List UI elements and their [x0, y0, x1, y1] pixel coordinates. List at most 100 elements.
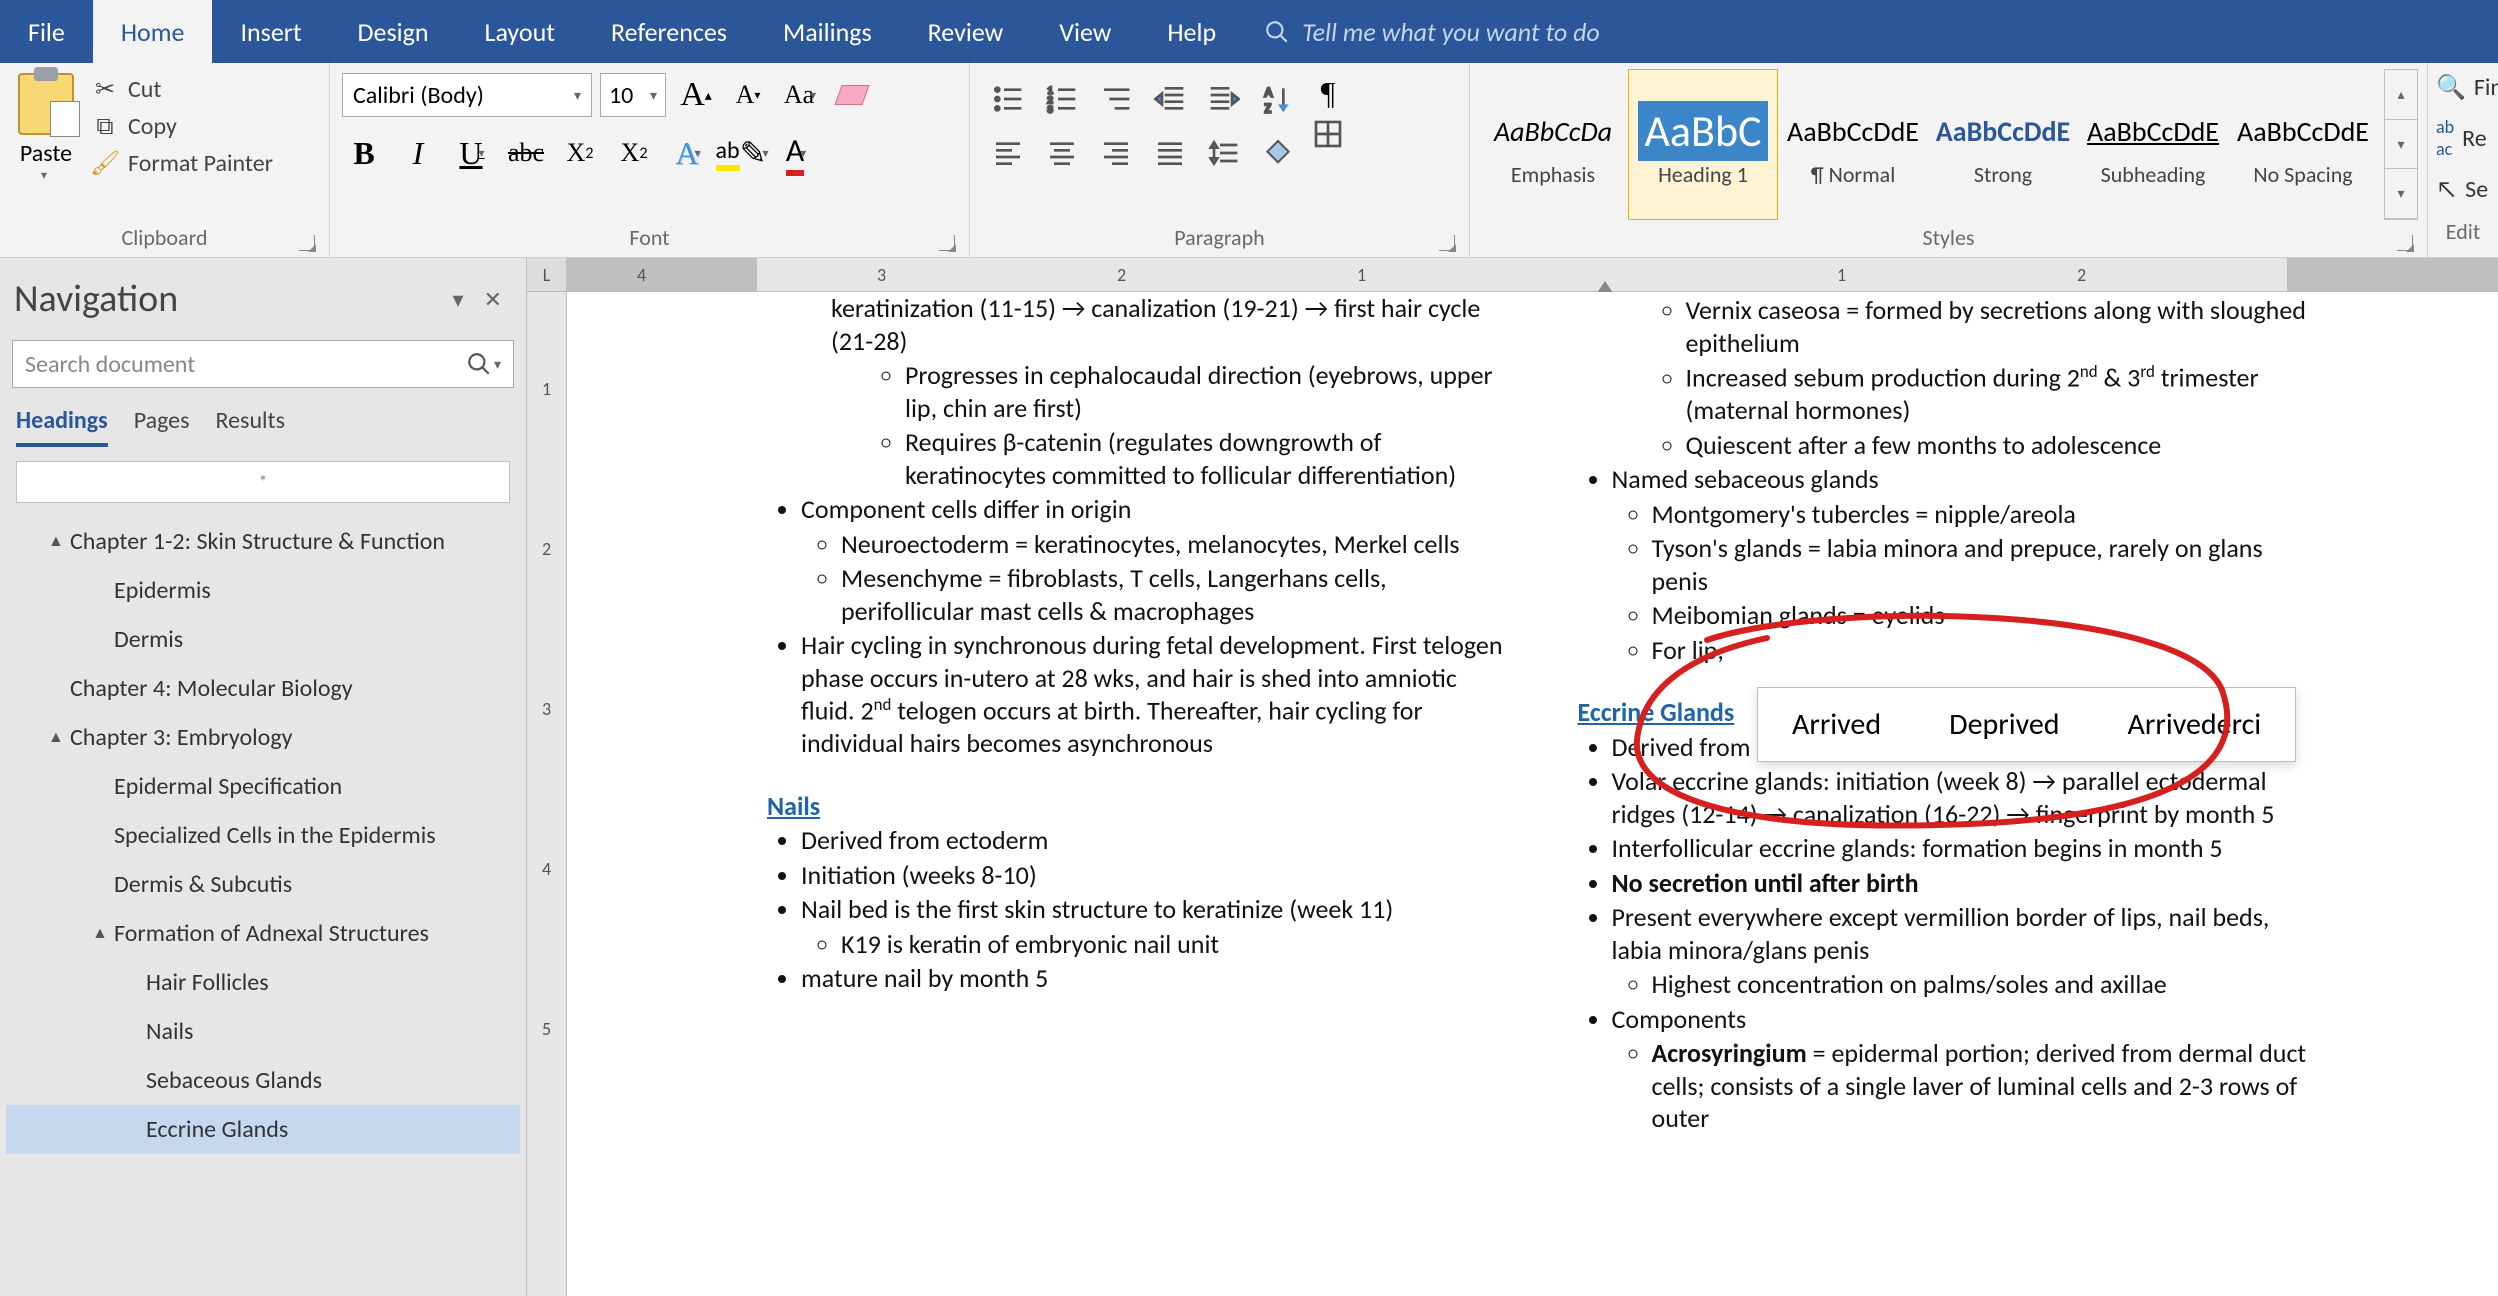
nav-heading-item[interactable]: Epidermal Specification [6, 762, 520, 811]
style-tile-strong[interactable]: AaBbCcDdEStrong [1928, 69, 2078, 220]
suggestion-option[interactable]: Deprived [1915, 688, 2093, 761]
underline-button[interactable]: U▾ [450, 131, 494, 175]
align-left-button[interactable] [984, 129, 1032, 177]
styles-scroll-button[interactable]: ▴ [2385, 70, 2417, 120]
nav-tab-results[interactable]: Results [216, 406, 285, 447]
clear-formatting-button[interactable] [830, 73, 874, 117]
nav-heading-item[interactable]: Specialized Cells in the Epidermis [6, 811, 520, 860]
style-tile--normal[interactable]: AaBbCcDdE¶ Normal [1778, 69, 1928, 220]
strikethrough-button[interactable]: abc [504, 131, 548, 175]
align-center-button[interactable] [1038, 129, 1086, 177]
format-painter-button[interactable]: 🖌Format Painter [92, 149, 273, 178]
style-tile-heading-1[interactable]: AaBbCHeading 1 [1628, 69, 1778, 220]
font-launcher[interactable] [939, 235, 955, 251]
group-editing: 🔍Fin abacRe ↖Se Edit [2428, 63, 2498, 257]
nav-heading-item[interactable]: ▲Formation of Adnexal Structures [6, 909, 520, 958]
copy-button[interactable]: ⧉Copy [92, 112, 273, 141]
tell-me-search[interactable]: Tell me what you want to do [1264, 16, 1600, 48]
find-button[interactable]: 🔍Fin [2436, 69, 2490, 106]
highlight-button[interactable]: ab✎▾ [720, 131, 764, 175]
font-size-combo[interactable]: 10▾ [600, 73, 666, 117]
nav-tab-pages[interactable]: Pages [134, 406, 190, 447]
search-icon [466, 351, 492, 377]
heading-eccrine-glands[interactable]: Eccrine Glands [1578, 696, 1735, 729]
bold-button[interactable]: B [342, 131, 386, 175]
navigation-title: Navigation [14, 276, 443, 322]
style-tile-no-spacing[interactable]: AaBbCcDdENo Spacing [2228, 69, 2378, 220]
style-tile-emphasis[interactable]: AaBbCcDaEmphasis [1478, 69, 1628, 220]
shrink-font-button[interactable]: A▾ [726, 73, 770, 117]
nav-heading-item[interactable]: Hair Follicles [6, 958, 520, 1007]
heading-nails[interactable]: Nails [767, 790, 820, 823]
italic-button[interactable]: I [396, 131, 440, 175]
shading-button[interactable] [1254, 129, 1302, 177]
styles-scroll-button[interactable]: ▾ [2385, 169, 2417, 219]
sort-button[interactable]: AZ [1254, 75, 1302, 123]
nav-heading-item[interactable]: Eccrine Glands [6, 1105, 520, 1154]
copy-icon: ⧉ [92, 114, 118, 140]
multilevel-list-button[interactable] [1092, 75, 1140, 123]
navigation-dropdown[interactable]: ▾ [443, 286, 474, 313]
styles-launcher[interactable] [2397, 235, 2413, 251]
clipboard-launcher[interactable] [299, 235, 315, 251]
grow-font-button[interactable]: A▴ [674, 73, 718, 117]
nav-heading-item[interactable]: Sebaceous Glands [6, 1056, 520, 1105]
justify-button[interactable] [1146, 129, 1194, 177]
superscript-button[interactable]: X2 [612, 131, 656, 175]
nav-tab-headings[interactable]: Headings [16, 406, 108, 447]
tab-mailings[interactable]: Mailings [755, 0, 900, 63]
suggestion-option[interactable]: Arrivederci [2094, 688, 2296, 761]
increase-indent-button[interactable] [1200, 75, 1248, 123]
tab-layout[interactable]: Layout [457, 0, 583, 63]
tab-help[interactable]: Help [1139, 0, 1244, 63]
tab-file[interactable]: File [0, 0, 93, 63]
font-name-combo[interactable]: Calibri (Body)▾ [342, 73, 592, 117]
document-page[interactable]: keratinization (11-15) → canalization (1… [567, 292, 2498, 1296]
styles-scroll-button[interactable]: ▾ [2385, 120, 2417, 170]
group-font: Calibri (Body)▾ 10▾ A▴ A▾ Aa▾ B I U▾ abc… [330, 63, 970, 257]
borders-button[interactable] [1312, 118, 1344, 150]
nav-heading-item[interactable]: Epidermis [6, 566, 520, 615]
show-hide-button[interactable]: ¶ [1312, 75, 1344, 112]
replace-button[interactable]: abacRe [2436, 112, 2490, 164]
decrease-indent-button[interactable] [1146, 75, 1194, 123]
menu-bar: File Home Insert Design Layout Reference… [0, 0, 2498, 63]
subscript-button[interactable]: X2 [558, 131, 602, 175]
nav-blank-heading[interactable]: * [16, 461, 510, 503]
nav-heading-item[interactable]: Dermis [6, 615, 520, 664]
select-button[interactable]: ↖Se [2436, 171, 2490, 208]
tab-home[interactable]: Home [93, 0, 213, 63]
clipboard-icon [18, 73, 74, 135]
nav-heading-item[interactable]: Nails [6, 1007, 520, 1056]
font-color-button[interactable]: A▾ [774, 131, 818, 175]
text-effects-button[interactable]: A▾ [666, 131, 710, 175]
tab-view[interactable]: View [1031, 0, 1139, 63]
nav-heading-item[interactable]: Dermis & Subcutis [6, 860, 520, 909]
suggestion-option[interactable]: Arrived [1758, 688, 1915, 761]
navigation-close[interactable]: ✕ [474, 286, 512, 313]
tab-design[interactable]: Design [330, 0, 457, 63]
cut-button[interactable]: ✂Cut [92, 75, 273, 104]
nav-heading-item[interactable]: Chapter 4: Molecular Biology [6, 664, 520, 713]
line-spacing-button[interactable] [1200, 129, 1248, 177]
search-icon: 🔍 [2436, 73, 2466, 102]
nav-search-input[interactable]: Search document ▾ [12, 340, 514, 388]
style-tile-subheading[interactable]: AaBbCcDdESubheading [2078, 69, 2228, 220]
align-right-button[interactable] [1092, 129, 1140, 177]
nav-heading-item[interactable]: ▲Chapter 3: Embryology [6, 713, 520, 762]
tab-references[interactable]: References [583, 0, 755, 63]
numbering-button[interactable]: 123 [1038, 75, 1086, 123]
tab-review[interactable]: Review [900, 0, 1032, 63]
bullets-button[interactable] [984, 75, 1032, 123]
scissors-icon: ✂ [92, 77, 118, 103]
svg-text:A: A [1265, 83, 1273, 100]
tab-selector[interactable]: L [527, 258, 566, 292]
vertical-ruler[interactable]: L 1 2 3 4 5 [527, 258, 567, 1296]
nav-heading-item[interactable]: ▲Chapter 1-2: Skin Structure & Function [6, 517, 520, 566]
svg-text:3: 3 [1047, 102, 1052, 115]
change-case-button[interactable]: Aa▾ [778, 73, 822, 117]
horizontal-ruler[interactable]: 4 3 2 1 1 2 [567, 258, 2498, 292]
paragraph-launcher[interactable] [1439, 235, 1455, 251]
tab-insert[interactable]: Insert [212, 0, 329, 63]
paste-button[interactable]: Paste ▾ [8, 69, 84, 187]
